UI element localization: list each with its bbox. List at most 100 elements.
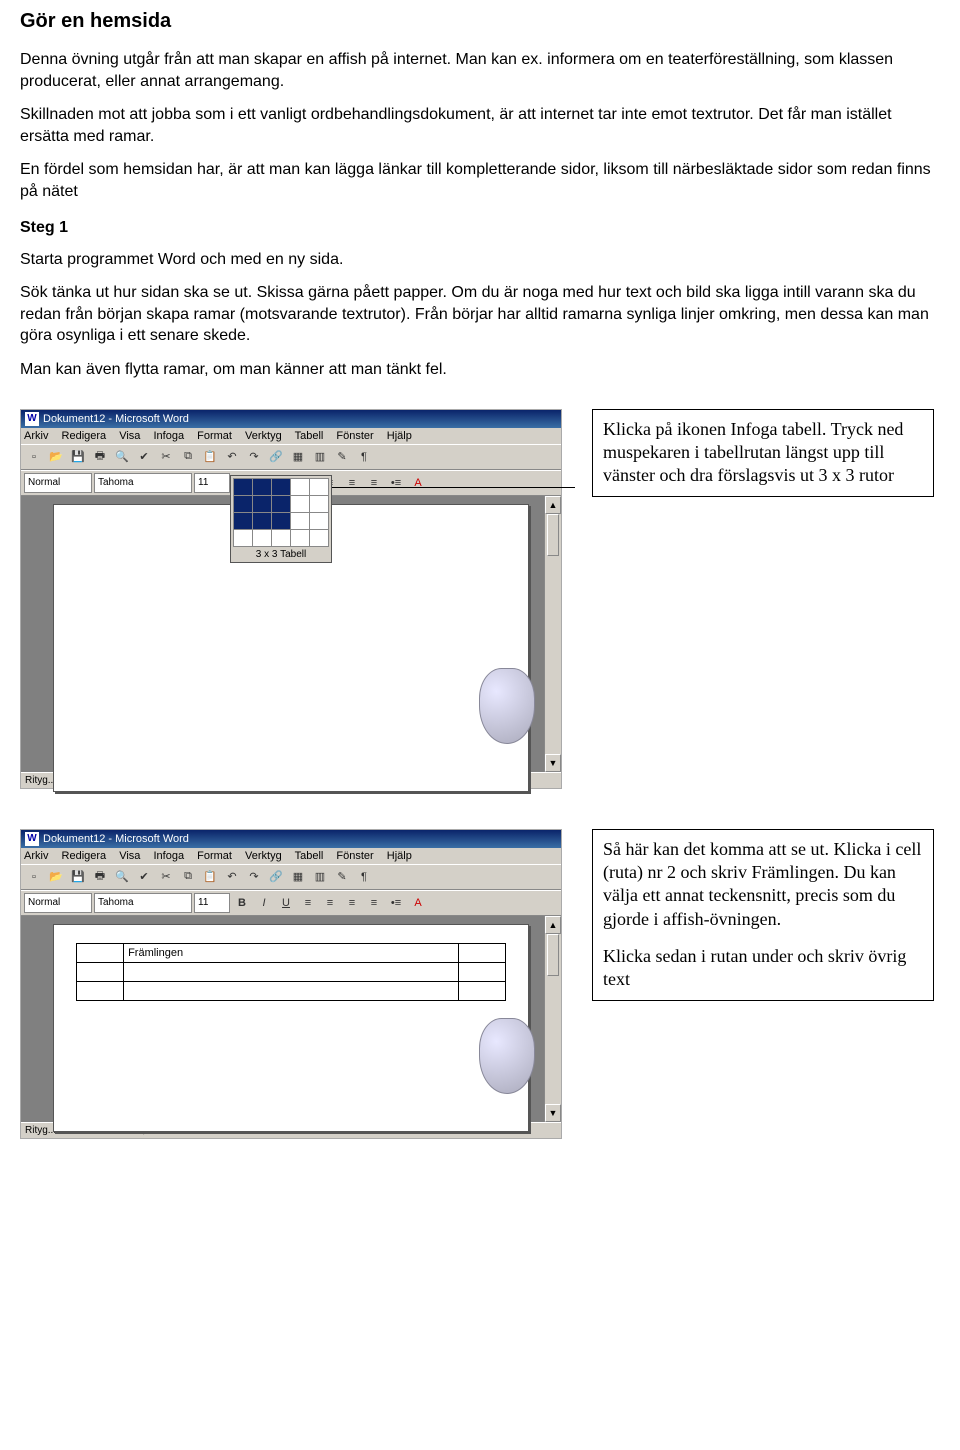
insert-table-dropdown[interactable]: 3 x 3 Tabell	[230, 475, 332, 563]
menu-tabell[interactable]: Tabell	[295, 430, 324, 442]
spellcheck-icon[interactable]: ✔	[134, 867, 154, 887]
table-row[interactable]	[77, 962, 506, 981]
print-icon[interactable]: 🖶	[90, 447, 110, 467]
document-area[interactable]: Främlingen ▲	[21, 916, 561, 1122]
office-assistant-icon[interactable]	[479, 668, 535, 744]
table-cell-2[interactable]: Främlingen	[124, 943, 459, 962]
table-cell[interactable]	[458, 962, 505, 981]
cut-icon[interactable]: ✂	[156, 867, 176, 887]
show-hide-icon[interactable]: ¶	[354, 867, 374, 887]
scroll-up-icon[interactable]: ▲	[545, 496, 561, 514]
document-page[interactable]: Främlingen	[53, 924, 529, 1132]
font-color-icon[interactable]: A	[408, 473, 428, 493]
cut-icon[interactable]: ✂	[156, 447, 176, 467]
drawing-icon[interactable]: ✎	[332, 447, 352, 467]
underline-icon[interactable]: U	[276, 893, 296, 913]
align-right-icon[interactable]: ≡	[342, 893, 362, 913]
menu-redigera[interactable]: Redigera	[62, 430, 107, 442]
copy-icon[interactable]: ⧉	[178, 447, 198, 467]
table-row[interactable]: Främlingen	[77, 943, 506, 962]
copy-icon[interactable]: ⧉	[178, 867, 198, 887]
font-color-icon[interactable]: A	[408, 893, 428, 913]
window-titlebar[interactable]: W Dokument12 - Microsoft Word	[21, 830, 561, 848]
undo-icon[interactable]: ↶	[222, 867, 242, 887]
paste-icon[interactable]: 📋	[200, 447, 220, 467]
menubar[interactable]: Arkiv Redigera Visa Infoga Format Verkty…	[21, 848, 561, 864]
menubar[interactable]: Arkiv Redigera Visa Infoga Format Verkty…	[21, 428, 561, 444]
align-center-icon[interactable]: ≡	[320, 893, 340, 913]
office-assistant-icon[interactable]	[479, 1018, 535, 1094]
vertical-scrollbar[interactable]: ▲ ▼	[544, 916, 561, 1122]
menu-tabell[interactable]: Tabell	[295, 850, 324, 862]
table-cell[interactable]	[124, 962, 459, 981]
show-hide-icon[interactable]: ¶	[354, 447, 374, 467]
drawing-icon[interactable]: ✎	[332, 867, 352, 887]
status-views[interactable]: Rityg...	[25, 775, 56, 786]
redo-icon[interactable]: ↷	[244, 447, 264, 467]
style-select[interactable]: Normal	[24, 893, 92, 913]
font-size-select[interactable]: 11	[194, 893, 230, 913]
menu-verktyg[interactable]: Verktyg	[245, 430, 282, 442]
menu-visa[interactable]: Visa	[119, 430, 140, 442]
table-cell[interactable]	[77, 943, 124, 962]
menu-hjalp[interactable]: Hjälp	[387, 850, 412, 862]
menu-verktyg[interactable]: Verktyg	[245, 850, 282, 862]
scroll-thumb[interactable]	[547, 514, 559, 556]
columns-icon[interactable]: ▥	[310, 447, 330, 467]
scroll-down-icon[interactable]: ▼	[545, 754, 561, 772]
print-icon[interactable]: 🖶	[90, 867, 110, 887]
bullets-icon[interactable]: •≡	[386, 893, 406, 913]
menu-format[interactable]: Format	[197, 430, 232, 442]
redo-icon[interactable]: ↷	[244, 867, 264, 887]
italic-icon[interactable]: I	[254, 893, 274, 913]
insert-table-icon[interactable]: ▦	[288, 447, 308, 467]
menu-arkiv[interactable]: Arkiv	[24, 430, 48, 442]
menu-infoga[interactable]: Infoga	[153, 430, 184, 442]
new-doc-icon[interactable]: ▫	[24, 447, 44, 467]
style-select[interactable]: Normal	[24, 473, 92, 493]
open-icon[interactable]: 📂	[46, 867, 66, 887]
font-select[interactable]: Tahoma	[94, 893, 192, 913]
open-icon[interactable]: 📂	[46, 447, 66, 467]
justify-icon[interactable]: ≡	[364, 893, 384, 913]
window-titlebar[interactable]: W Dokument12 - Microsoft Word	[21, 410, 561, 428]
vertical-scrollbar[interactable]: ▲ ▼	[544, 496, 561, 772]
insert-table-icon[interactable]: ▦	[288, 867, 308, 887]
bullets-icon[interactable]: •≡	[386, 473, 406, 493]
font-select[interactable]: Tahoma	[94, 473, 192, 493]
document-table[interactable]: Främlingen	[76, 943, 506, 1001]
scroll-thumb[interactable]	[547, 934, 559, 976]
menu-redigera[interactable]: Redigera	[62, 850, 107, 862]
menu-infoga[interactable]: Infoga	[153, 850, 184, 862]
table-picker-grid[interactable]	[233, 478, 329, 547]
menu-arkiv[interactable]: Arkiv	[24, 850, 48, 862]
table-cell[interactable]	[458, 943, 505, 962]
align-right-icon[interactable]: ≡	[342, 473, 362, 493]
save-icon[interactable]: 💾	[68, 867, 88, 887]
table-cell[interactable]	[77, 981, 124, 1000]
undo-icon[interactable]: ↶	[222, 447, 242, 467]
hyperlink-icon[interactable]: 🔗	[266, 447, 286, 467]
menu-format[interactable]: Format	[197, 850, 232, 862]
columns-icon[interactable]: ▥	[310, 867, 330, 887]
menu-fonster[interactable]: Fönster	[336, 850, 373, 862]
preview-icon[interactable]: 🔍	[112, 447, 132, 467]
preview-icon[interactable]: 🔍	[112, 867, 132, 887]
menu-hjalp[interactable]: Hjälp	[387, 430, 412, 442]
paste-icon[interactable]: 📋	[200, 867, 220, 887]
status-views[interactable]: Rityg...	[25, 1125, 56, 1136]
align-left-icon[interactable]: ≡	[298, 893, 318, 913]
bold-icon[interactable]: B	[232, 893, 252, 913]
table-cell[interactable]	[77, 962, 124, 981]
scroll-down-icon[interactable]: ▼	[545, 1104, 561, 1122]
table-cell[interactable]	[458, 981, 505, 1000]
new-doc-icon[interactable]: ▫	[24, 867, 44, 887]
font-size-select[interactable]: 11	[194, 473, 230, 493]
justify-icon[interactable]: ≡	[364, 473, 384, 493]
scroll-up-icon[interactable]: ▲	[545, 916, 561, 934]
hyperlink-icon[interactable]: 🔗	[266, 867, 286, 887]
table-row[interactable]	[77, 981, 506, 1000]
menu-visa[interactable]: Visa	[119, 850, 140, 862]
save-icon[interactable]: 💾	[68, 447, 88, 467]
table-cell[interactable]	[124, 981, 459, 1000]
